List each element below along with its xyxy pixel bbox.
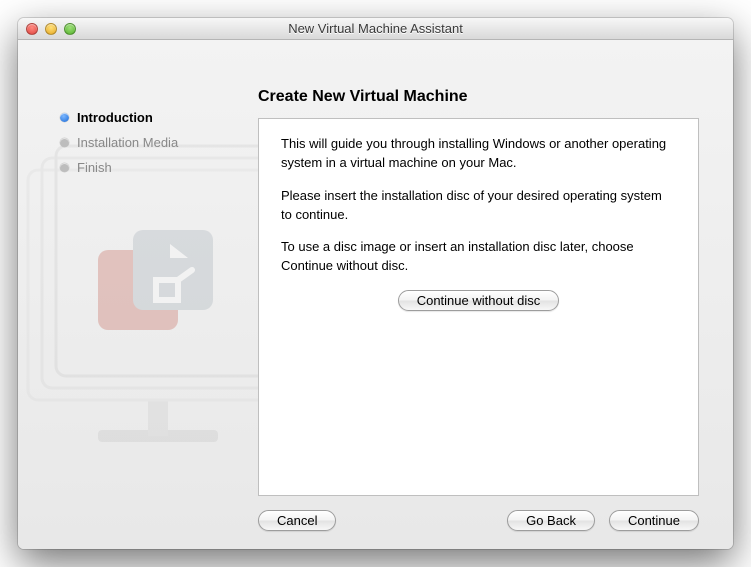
- bullet-icon: [60, 163, 69, 172]
- zoom-icon[interactable]: [64, 23, 76, 35]
- step-label: Finish: [77, 160, 112, 175]
- footer: Cancel Go Back Continue: [258, 496, 699, 531]
- step-label: Installation Media: [77, 135, 178, 150]
- step-introduction: Introduction: [60, 110, 248, 125]
- minimize-icon[interactable]: [45, 23, 57, 35]
- window-body: Introduction Installation Media Finish C…: [18, 40, 733, 549]
- bullet-icon: [60, 138, 69, 147]
- instruction-text: Please insert the installation disc of y…: [281, 187, 676, 225]
- main-content: Create New Virtual Machine This will gui…: [248, 40, 733, 549]
- bullet-icon: [60, 113, 69, 122]
- instructions-block: Please insert the installation disc of y…: [281, 187, 676, 311]
- assistant-window: New Virtual Machine Assistant Introducti…: [18, 18, 733, 549]
- continue-button[interactable]: Continue: [609, 510, 699, 531]
- sidebar: Introduction Installation Media Finish: [18, 40, 248, 549]
- continue-without-disc-button[interactable]: Continue without disc: [398, 290, 560, 311]
- content-panel: This will guide you through installing W…: [258, 118, 699, 496]
- window-title: New Virtual Machine Assistant: [18, 21, 733, 36]
- close-icon[interactable]: [26, 23, 38, 35]
- go-back-button[interactable]: Go Back: [507, 510, 595, 531]
- intro-text: This will guide you through installing W…: [281, 135, 676, 173]
- step-label: Introduction: [77, 110, 153, 125]
- traffic-lights: [18, 23, 76, 35]
- instruction-text: To use a disc image or insert an install…: [281, 238, 676, 276]
- cancel-button[interactable]: Cancel: [258, 510, 336, 531]
- step-installation-media: Installation Media: [60, 135, 248, 150]
- titlebar: New Virtual Machine Assistant: [18, 18, 733, 40]
- step-finish: Finish: [60, 160, 248, 175]
- page-title: Create New Virtual Machine: [258, 88, 699, 106]
